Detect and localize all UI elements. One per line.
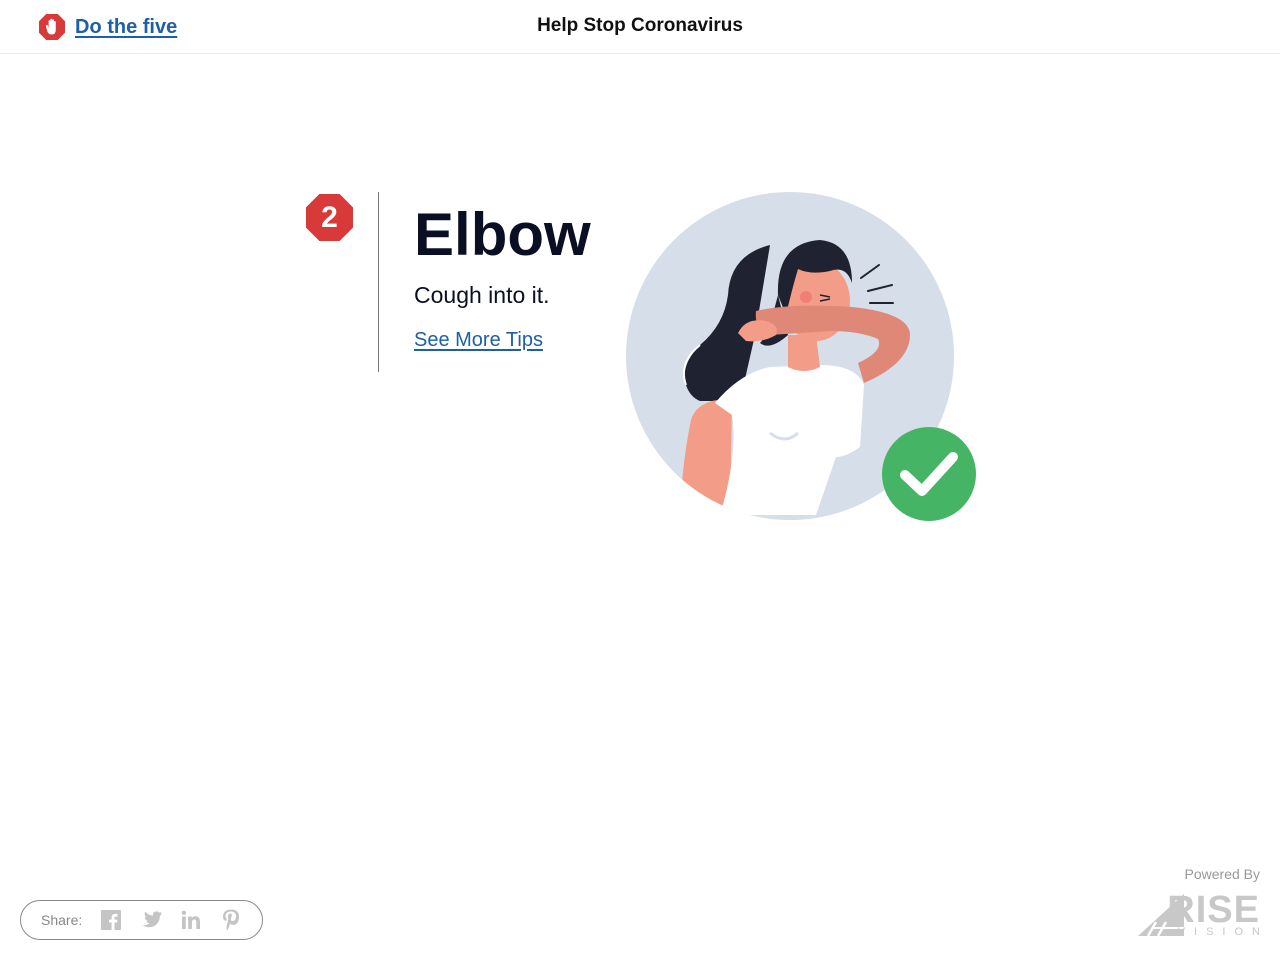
pinterest-icon[interactable] — [220, 909, 242, 931]
step-description: Cough into it. — [414, 282, 550, 308]
step-title: Elbow — [414, 201, 591, 268]
rise-wordmark: RISE — [1167, 889, 1260, 931]
header: Do the five Help Stop Coronavirus — [0, 0, 1280, 54]
twitter-icon[interactable] — [140, 909, 163, 931]
powered-by-label: Powered By — [1184, 866, 1260, 882]
page: Do the five Help Stop Coronavirus 2 Elbo… — [0, 0, 1280, 960]
share-label: Share: — [41, 912, 83, 928]
divider — [378, 192, 379, 372]
rise-vision-logo[interactable]: RISE VISION — [1138, 890, 1260, 938]
powered-by: Powered By RISE VISION — [1100, 866, 1260, 938]
share-bar: Share: — [20, 900, 263, 940]
step-number-badge: 2 — [305, 193, 354, 242]
step-number: 2 — [321, 201, 338, 234]
page-title: Help Stop Coronavirus — [537, 15, 743, 36]
vision-wordmark: VISION — [1177, 926, 1269, 938]
see-more-tips-link[interactable]: See More Tips — [414, 327, 543, 353]
check-badge — [882, 427, 976, 521]
linkedin-icon[interactable] — [180, 909, 202, 931]
elbow-cough-illustration — [620, 185, 990, 530]
facebook-icon[interactable] — [100, 909, 122, 931]
